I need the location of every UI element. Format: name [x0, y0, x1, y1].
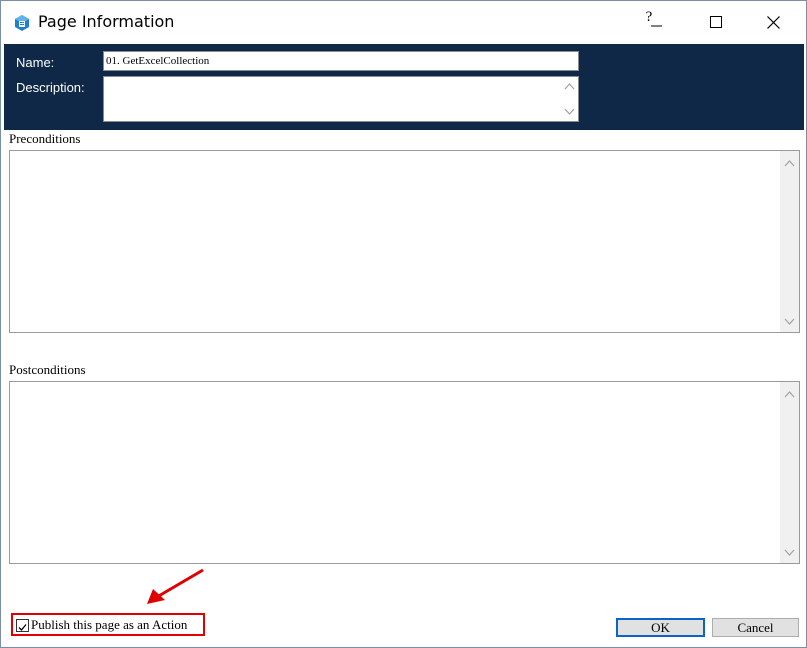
ok-button[interactable]: OK	[616, 618, 705, 637]
scroll-up-icon[interactable]	[564, 82, 575, 90]
preconditions-scrollbar[interactable]	[780, 151, 799, 332]
minimize-button[interactable]	[647, 7, 667, 37]
preconditions-label: Preconditions	[9, 131, 81, 146]
scroll-down-icon[interactable]	[564, 108, 575, 116]
publish-action-label[interactable]: Publish this page as an Action	[31, 617, 187, 633]
maximize-icon	[710, 16, 722, 28]
checkmark-icon	[18, 624, 27, 631]
preconditions-textarea[interactable]	[9, 150, 800, 333]
minimize-icon	[651, 25, 662, 27]
publish-action-highlight: Publish this page as an Action	[11, 613, 205, 636]
description-scrollbar[interactable]	[561, 77, 578, 121]
title-bar: Page Information ?	[1, 1, 806, 43]
maximize-button[interactable]	[701, 7, 731, 37]
scroll-down-icon[interactable]	[784, 549, 795, 557]
publish-action-checkbox[interactable]	[16, 619, 29, 632]
postconditions-textarea[interactable]	[9, 381, 800, 564]
app-icon	[14, 15, 30, 31]
name-label: Name:	[16, 55, 55, 70]
name-input[interactable]: 01. GetExcelCollection	[103, 51, 579, 71]
scroll-down-icon[interactable]	[784, 318, 795, 326]
postconditions-label: Postconditions	[9, 362, 86, 377]
description-label: Description:	[16, 80, 85, 95]
window-title: Page Information	[38, 12, 175, 31]
page-information-dialog: Page Information ? Name: 01. GetExcelCol…	[0, 0, 807, 648]
red-arrow-annotation-icon	[147, 568, 204, 604]
close-button[interactable]	[758, 7, 788, 37]
close-icon	[766, 15, 780, 29]
scroll-up-icon[interactable]	[784, 159, 795, 167]
postconditions-scrollbar[interactable]	[780, 382, 799, 563]
header-panel: Name: 01. GetExcelCollection Description…	[4, 44, 804, 130]
scroll-up-icon[interactable]	[784, 390, 795, 398]
cancel-button[interactable]: Cancel	[712, 618, 799, 637]
description-input[interactable]	[103, 76, 579, 122]
